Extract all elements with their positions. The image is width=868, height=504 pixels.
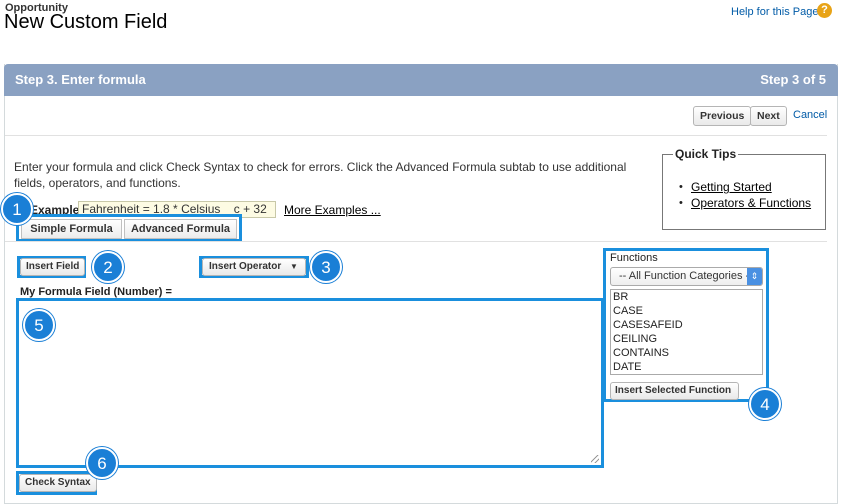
formula-textarea[interactable] [16,298,604,468]
divider [5,241,827,242]
more-examples-link[interactable]: More Examples ... [284,203,381,217]
function-item[interactable]: BR [611,290,762,304]
callout-6: 6 [86,447,118,479]
quick-tips-box: Quick Tips • Getting Started • Operators… [662,147,826,230]
check-syntax-button[interactable]: Check Syntax [19,474,97,492]
function-item[interactable]: CONTAINS [611,346,762,360]
insert-operator-button[interactable]: Insert Operator ▼ [202,258,306,276]
insert-field-button[interactable]: Insert Field [20,258,86,276]
functions-list[interactable]: BR CASE CASESAFEID CEILING CONTAINS DATE [610,289,763,375]
function-item[interactable]: CASESAFEID [611,318,762,332]
insert-operator-label: Insert Operator [209,261,282,272]
callout-3: 3 [310,251,342,283]
bullet-icon: • [679,181,683,193]
function-item[interactable]: CEILING [611,332,762,346]
help-icon[interactable]: ? [817,3,832,18]
function-category-value: -- All Function Categories -- [619,270,753,282]
tab-simple-formula[interactable]: Simple Formula [21,219,122,239]
function-item[interactable]: DATE [611,360,762,374]
functions-label: Functions [610,252,658,264]
step-indicator: Step 3 of 5 [760,72,826,87]
quick-tips-title: Quick Tips [673,147,739,161]
formula-tabs: Simple Formula Advanced Formula [16,214,242,242]
next-button[interactable]: Next [750,106,787,126]
previous-button[interactable]: Previous [693,106,752,126]
function-category-select[interactable]: -- All Function Categories -- ⇕ [610,267,763,286]
step-header: Step 3. Enter formula Step 3 of 5 [4,64,838,96]
page-title: New Custom Field [4,11,168,33]
tab-advanced-formula[interactable]: Advanced Formula [124,219,237,239]
callout-4: 4 [749,388,781,420]
callout-1: 1 [1,193,33,225]
chevron-down-icon: ▼ [290,262,298,271]
formula-field-label: My Formula Field (Number) = [20,286,172,298]
select-arrows-icon: ⇕ [747,268,762,285]
operators-functions-link[interactable]: Operators & Functions [691,196,811,210]
divider [5,135,827,136]
callout-2: 2 [92,251,124,283]
step-title: Step 3. Enter formula [15,72,146,87]
function-item[interactable]: CASE [611,304,762,318]
bullet-icon: • [679,197,683,209]
instructions-text: Enter your formula and click Check Synta… [14,160,627,190]
getting-started-link[interactable]: Getting Started [691,180,772,194]
cancel-link[interactable]: Cancel [793,109,827,121]
help-link[interactable]: Help for this Page [731,6,818,18]
insert-selected-function-button[interactable]: Insert Selected Function [610,382,739,400]
resize-handle-icon[interactable] [591,455,599,463]
callout-5: 5 [23,309,55,341]
